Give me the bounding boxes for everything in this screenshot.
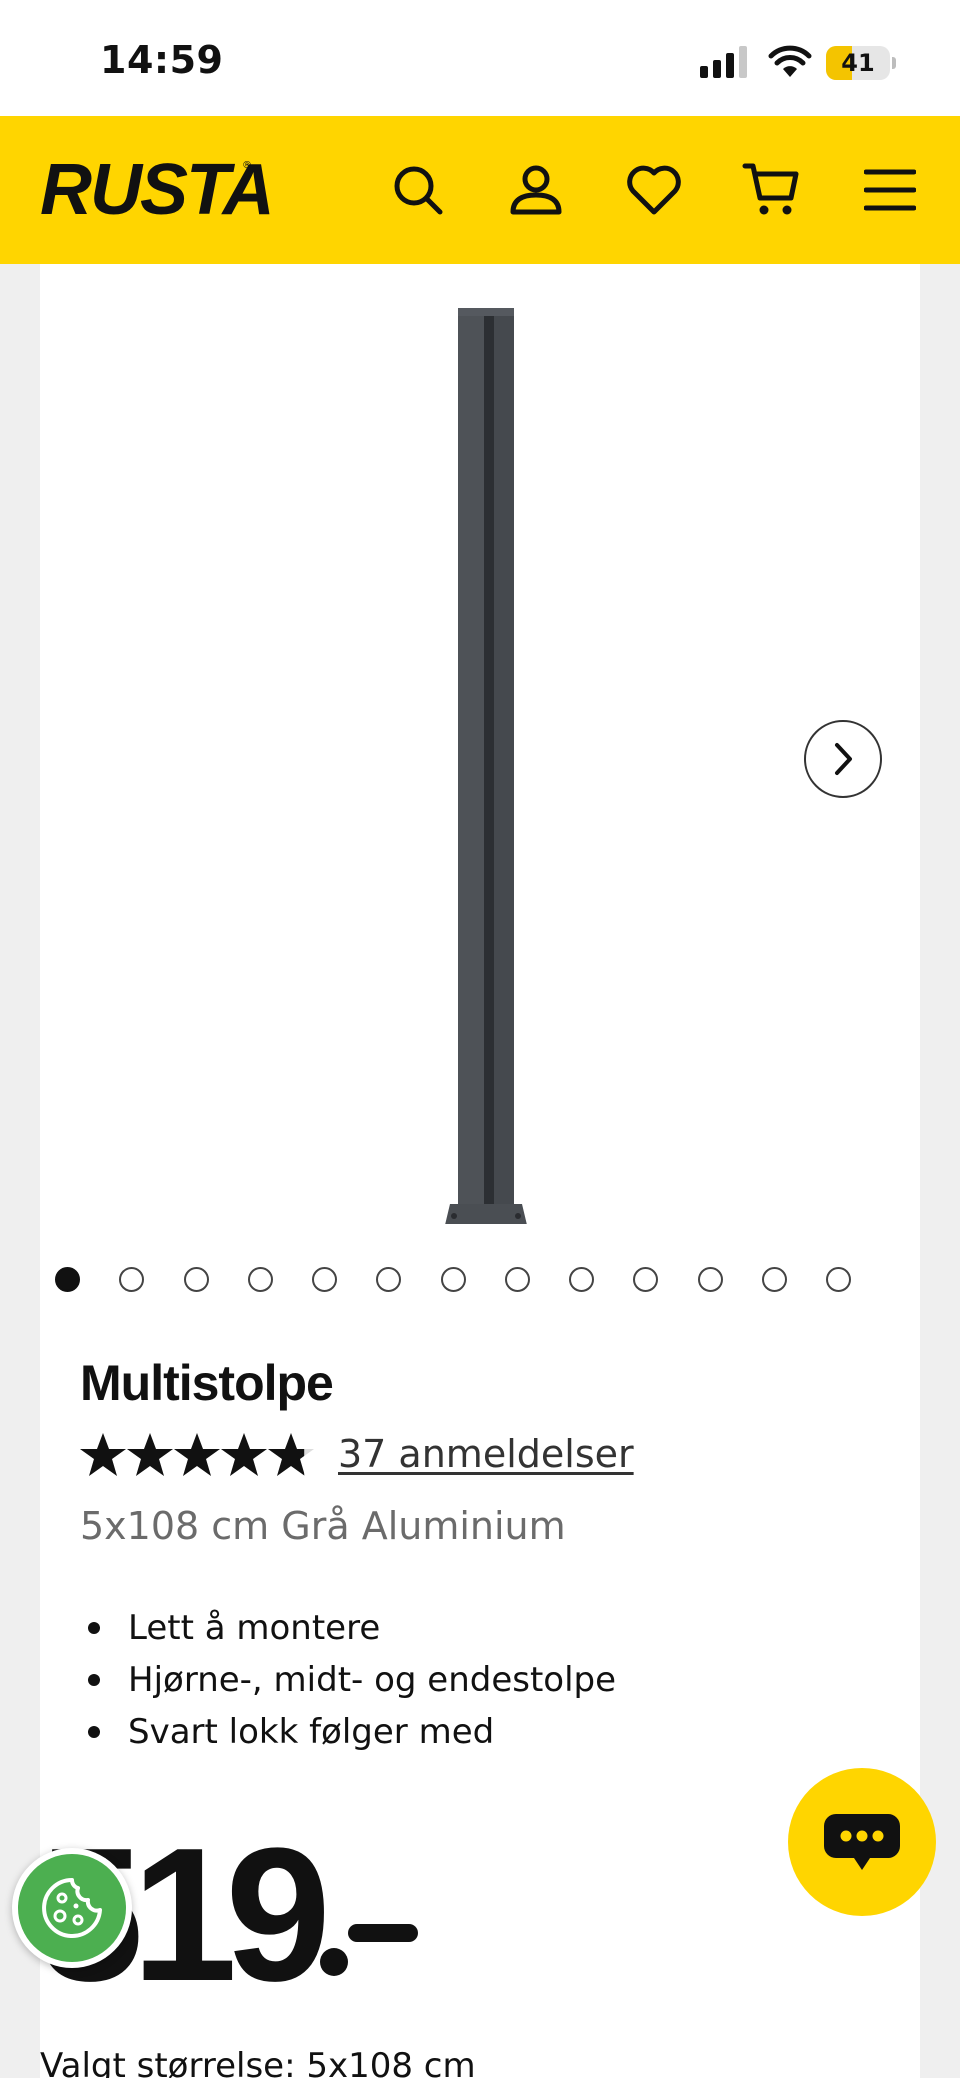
chat-button[interactable] [788, 1768, 936, 1916]
gallery-pagination [40, 1264, 920, 1294]
status-time: 14:59 [100, 38, 224, 82]
gallery-dot[interactable] [183, 1267, 209, 1292]
status-bar: 14:59 41 [0, 0, 960, 116]
product-card: Multistolpe 37 anmeldelser 5x108 cm Grå … [40, 264, 920, 2078]
chat-icon [824, 1814, 900, 1870]
menu-icon [864, 169, 916, 211]
product-image[interactable] [440, 304, 580, 1224]
chevron-right-icon [835, 743, 852, 775]
gallery-dot[interactable] [312, 1267, 337, 1292]
feature-item: Hjørne-, midt- og endestolpe [80, 1654, 616, 1706]
gallery-dot[interactable] [119, 1267, 145, 1292]
selected-size-label: Valgt størrelse: [40, 2046, 296, 2078]
cart-button[interactable] [740, 158, 804, 222]
gallery-dot[interactable] [569, 1267, 594, 1292]
wishlist-button[interactable] [622, 158, 686, 222]
selected-size-value: 5x108 cm [306, 2046, 476, 2078]
site-header: RUSTA ® [0, 116, 960, 264]
next-image-button[interactable] [804, 720, 882, 798]
product-title: Multistolpe [80, 1355, 334, 1411]
cookie-icon [42, 1878, 102, 1938]
feature-item: Lett å montere [80, 1602, 616, 1654]
gallery-dot[interactable] [633, 1267, 659, 1292]
gallery-dot[interactable] [697, 1267, 723, 1292]
gallery-dot[interactable] [826, 1267, 851, 1292]
cart-icon [742, 163, 799, 215]
gallery-dot[interactable] [376, 1267, 402, 1292]
price-dash-icon [320, 1924, 418, 1976]
selected-size: Valgt størrelse: 5x108 cm [40, 2046, 476, 2078]
wishlist-heart-icon [627, 165, 681, 215]
reviews-link[interactable]: 37 anmeldelser [338, 1432, 634, 1476]
gallery-dot[interactable] [55, 1267, 80, 1292]
product-subtitle: 5x108 cm Grå Aluminium [80, 1504, 566, 1548]
gallery-dot[interactable] [247, 1267, 273, 1292]
search-button[interactable] [386, 158, 450, 222]
search-icon [394, 166, 443, 215]
cellular-signal-icon [700, 46, 747, 78]
rating-stars-icon [80, 1433, 314, 1476]
wifi-icon [768, 45, 812, 77]
cookie-settings-button[interactable] [12, 1848, 132, 1968]
gallery-dot[interactable] [761, 1267, 787, 1292]
product-rating [80, 1428, 320, 1484]
account-button[interactable] [504, 158, 568, 222]
battery-icon: 41 [826, 46, 896, 80]
product-features: Lett å montere Hjørne-, midt- og endesto… [80, 1602, 616, 1758]
gallery-dot[interactable] [440, 1267, 466, 1292]
gallery-dot[interactable] [504, 1267, 530, 1292]
registered-mark: ® [242, 160, 252, 171]
rusta-logo[interactable]: RUSTA [40, 150, 275, 230]
battery-level: 41 [841, 49, 875, 77]
account-icon [510, 165, 562, 215]
feature-item: Svart lokk følger med [80, 1706, 616, 1758]
menu-button[interactable] [858, 158, 922, 222]
